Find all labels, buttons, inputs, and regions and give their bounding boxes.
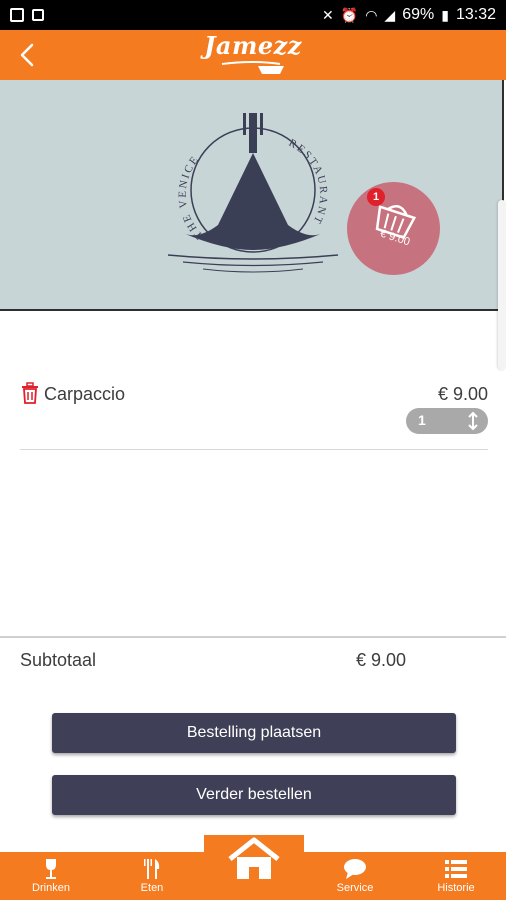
delete-item-button[interactable]	[20, 382, 40, 404]
chevron-left-icon	[20, 43, 34, 67]
status-left	[10, 8, 44, 22]
nav-label-service: Service	[336, 882, 374, 894]
wifi-icon: ◠	[365, 6, 378, 23]
battery-percent: 69%	[402, 6, 435, 23]
svg-text:RESTAURANT: RESTAURANT	[287, 137, 330, 227]
subtotal-value: € 9.00	[356, 650, 407, 670]
order-screen: ✕ ⏰ ◠ ◢ 69% ▮ 13:32 Jamezz THE VENICE RE…	[0, 0, 506, 900]
up-down-arrows-icon	[468, 411, 478, 431]
restaurant-logo: THE VENICE RESTAURANT	[167, 113, 339, 273]
brand-logo: Jamezz	[203, 32, 303, 78]
item-price: € 9.00	[437, 384, 488, 404]
logo-text-right: RESTAURANT	[287, 137, 328, 227]
status-time: 13:32	[455, 6, 496, 23]
order-line: Carpaccio € 9.00 1	[20, 378, 488, 450]
quantity-stepper[interactable]: 1	[406, 408, 488, 434]
brand-name: Jamezz	[204, 31, 302, 60]
place-order-button[interactable]: Bestelling plaatsen	[52, 713, 456, 753]
cart-button[interactable]	[347, 182, 440, 275]
quantity-value: 1	[418, 412, 426, 428]
sim-icon	[32, 9, 44, 21]
nav-historie[interactable]: Historie	[421, 852, 491, 900]
mute-icon: ✕	[322, 6, 334, 23]
nav-label-eten: Eten	[140, 882, 164, 894]
alarm-icon: ⏰	[340, 6, 359, 23]
scrollbar[interactable]	[498, 200, 506, 370]
trash-icon	[22, 382, 38, 404]
app-header: Jamezz	[0, 30, 506, 80]
subtotal-divider	[0, 636, 506, 638]
subtotal-label: Subtotaal	[20, 650, 97, 670]
fork-knife-icon	[144, 859, 160, 879]
home-icon	[228, 837, 280, 879]
item-name: Carpaccio	[44, 384, 126, 404]
home-button[interactable]	[204, 835, 304, 882]
wine-glass-icon	[46, 859, 56, 879]
status-right: ✕ ⏰ ◠ ◢ 69% ▮ 13:32	[322, 6, 496, 24]
status-bar: ✕ ⏰ ◠ ◢ 69% ▮ 13:32	[0, 0, 506, 30]
back-button[interactable]	[10, 38, 44, 72]
continue-ordering-button[interactable]: Verder bestellen	[52, 775, 456, 815]
nav-label-historie: Historie	[437, 882, 475, 894]
serving-hand-icon	[221, 61, 284, 74]
nav-label-drinken: Drinken	[32, 882, 70, 894]
cart-count-badge: 1	[367, 188, 385, 206]
list-icon	[445, 860, 467, 878]
battery-icon: ▮	[441, 6, 449, 23]
nav-eten[interactable]: Eten	[117, 852, 187, 900]
chat-bubble-icon	[344, 859, 366, 879]
signal-icon: ◢	[384, 6, 396, 23]
nav-drinken[interactable]: Drinken	[16, 852, 86, 900]
nav-service[interactable]: Service	[320, 852, 390, 900]
restaurant-hero: THE VENICE RESTAURANT 1 € 9.00	[0, 80, 504, 311]
gallery-icon	[10, 8, 24, 22]
